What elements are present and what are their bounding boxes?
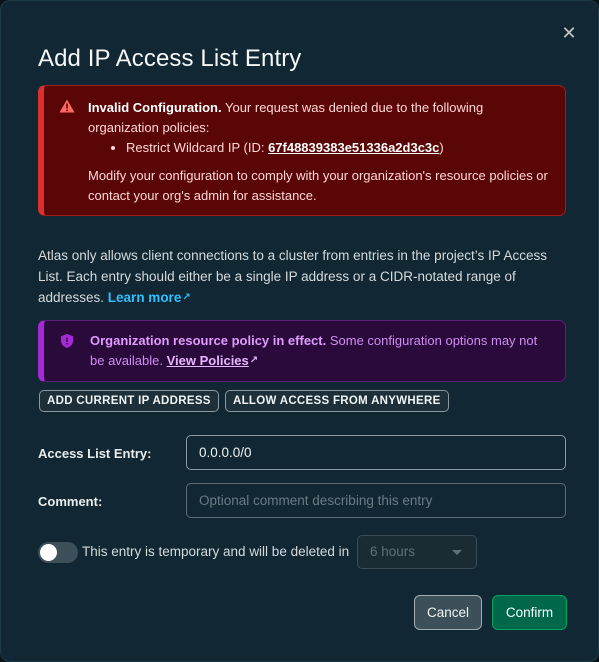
warning-icon [59, 99, 75, 113]
policy-list: Restrict Wildcard IP (ID: 67f48839383e51… [126, 138, 549, 158]
access-list-entry-input[interactable] [186, 435, 566, 470]
access-list-description: Atlas only allows client connections to … [38, 245, 568, 308]
learn-more-link[interactable]: Learn more↗ [108, 290, 191, 305]
dialog-title: Add IP Access List Entry [38, 45, 302, 72]
error-banner: Invalid Configuration. Your request was … [38, 85, 566, 216]
error-guidance: Modify your configuration to comply with… [88, 168, 548, 203]
duration-value: 6 hours [370, 544, 416, 559]
duration-select[interactable]: 6 hours [357, 535, 477, 569]
comment-input[interactable] [186, 483, 566, 518]
temporary-entry-label: This entry is temporary and will be dele… [82, 544, 350, 559]
caret-down-icon [452, 550, 462, 555]
shield-icon [61, 334, 73, 348]
view-policies-link[interactable]: View Policies↗ [167, 353, 259, 368]
confirm-button[interactable]: Confirm [492, 595, 567, 630]
comment-label: Comment: [38, 494, 103, 509]
toggle-knob [40, 544, 57, 561]
policy-banner: Organization resource policy in effect. … [38, 320, 566, 382]
policy-heading: Organization resource policy in effect. [90, 333, 327, 348]
access-list-entry-label: Access List Entry: [38, 446, 152, 461]
error-heading: Invalid Configuration. [88, 100, 222, 115]
cancel-button[interactable]: Cancel [414, 595, 482, 630]
add-ip-access-list-dialog: ✕ Add IP Access List Entry Invalid Confi… [0, 0, 599, 662]
external-link-icon: ↗ [249, 355, 259, 366]
external-link-icon: ↗ [182, 292, 191, 303]
add-current-ip-button[interactable]: ADD CURRENT IP ADDRESS [39, 390, 219, 412]
policy-list-item: Restrict Wildcard IP (ID: 67f48839383e51… [126, 138, 549, 158]
error-message: Invalid Configuration. Your request was … [88, 98, 549, 138]
policy-id-link[interactable]: 67f48839383e51336a2d3c3c [268, 140, 439, 155]
allow-access-anywhere-button[interactable]: ALLOW ACCESS FROM ANYWHERE [225, 390, 449, 412]
close-icon[interactable]: ✕ [560, 24, 578, 42]
temporary-entry-toggle[interactable] [38, 542, 78, 563]
